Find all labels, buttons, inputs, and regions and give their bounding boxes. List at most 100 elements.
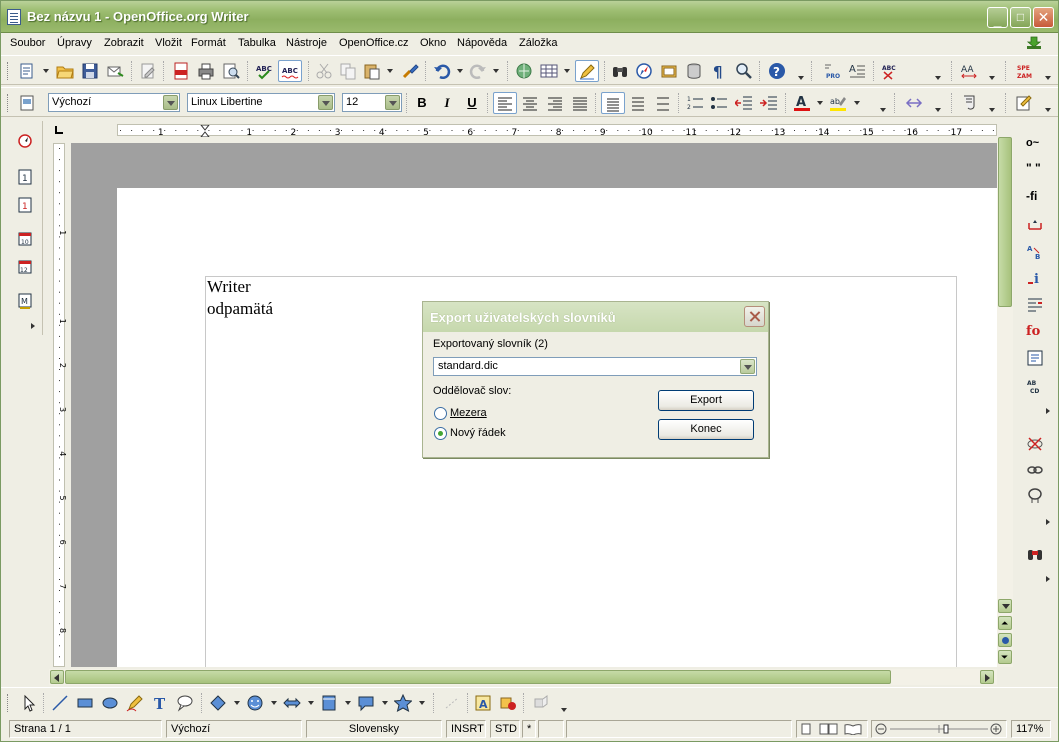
dialog-close-button[interactable] <box>744 306 765 327</box>
styles-formatting-icon[interactable] <box>18 94 36 112</box>
menu-soubor[interactable]: Soubor <box>10 37 45 49</box>
flowchart-icon[interactable] <box>320 694 338 712</box>
export-pdf-icon[interactable] <box>172 62 190 80</box>
status-selection-mode[interactable]: STD <box>490 720 520 738</box>
basic-shapes-dropdown-arrow[interactable] <box>234 701 240 705</box>
autospellcheck-button[interactable]: ABC <box>278 60 302 82</box>
decrease-indent-icon[interactable] <box>735 94 753 112</box>
new-document-icon[interactable] <box>18 62 36 80</box>
title-field-icon[interactable]: M <box>17 293 33 309</box>
line-spacing-1-button[interactable] <box>601 92 625 114</box>
toolbar-overflow-arrow[interactable] <box>935 108 941 112</box>
bold-button[interactable]: B <box>412 93 432 113</box>
download-icon[interactable] <box>1026 36 1042 50</box>
title-bar[interactable]: Bez názvu 1 - OpenOffice.org Writer _ □ … <box>1 1 1058 33</box>
undo-dropdown-arrow[interactable] <box>457 69 463 73</box>
italic-button[interactable]: I <box>437 93 457 113</box>
redo-dropdown-arrow[interactable] <box>493 69 499 73</box>
radio-space-label[interactable]: Mezera <box>450 407 487 419</box>
link-chain-icon[interactable] <box>1026 461 1044 479</box>
view-layout-icons[interactable] <box>800 723 864 735</box>
binoculars-icon[interactable] <box>1026 545 1044 563</box>
table-icon[interactable] <box>540 62 558 80</box>
toolbar-overflow-arrow[interactable] <box>989 108 995 112</box>
chevron-down-icon[interactable] <box>318 95 333 110</box>
scroll-down-button[interactable] <box>998 599 1012 613</box>
print-preview-icon[interactable] <box>222 62 240 80</box>
toolbar-overflow-arrow[interactable] <box>1045 108 1051 112</box>
show-draw-functions-button[interactable] <box>575 60 599 82</box>
table-dropdown-arrow[interactable] <box>564 69 570 73</box>
quotes-icon[interactable]: " " <box>1026 161 1041 175</box>
export-button[interactable]: Export <box>658 390 754 411</box>
highlighting-dropdown-arrow[interactable] <box>854 101 860 105</box>
zoom-slider-track[interactable] <box>874 722 1004 736</box>
toolbar-overflow-arrow[interactable] <box>935 76 941 80</box>
callouts-dropdown-arrow[interactable] <box>382 701 388 705</box>
toolbar-overflow-arrow[interactable] <box>880 108 886 112</box>
callouts-icon[interactable] <box>357 694 375 712</box>
status-insert-mode[interactable]: INSRT <box>446 720 486 738</box>
data-sources-icon[interactable] <box>685 62 703 80</box>
print-icon[interactable] <box>197 62 215 80</box>
rectangle-icon[interactable] <box>76 694 94 712</box>
highlighting-icon[interactable]: ab <box>829 94 847 112</box>
document-line-2[interactable]: odpamätá <box>207 299 273 319</box>
help-icon[interactable]: ? <box>768 62 786 80</box>
copy-icon[interactable] <box>339 62 357 80</box>
paste-dropdown-arrow[interactable] <box>387 69 393 73</box>
from-file-icon[interactable] <box>499 694 517 712</box>
new-dropdown-arrow[interactable] <box>43 69 49 73</box>
underline-button[interactable]: U <box>462 93 482 113</box>
chevron-down-icon[interactable] <box>163 95 178 110</box>
extrusion-icon[interactable] <box>532 694 550 712</box>
toolbar-overflow-arrow[interactable] <box>798 76 804 80</box>
date-field-icon[interactable]: 10 <box>17 231 33 247</box>
insert-field-icon[interactable] <box>1026 349 1044 367</box>
ab-swap-icon[interactable]: AB <box>1026 243 1044 261</box>
menu-format[interactable]: Formát <box>191 37 226 49</box>
clone-formatting-icon[interactable] <box>401 62 419 80</box>
close-dialog-button[interactable]: Konec <box>658 419 754 440</box>
toolbar-grip[interactable] <box>7 94 10 112</box>
case-change-icon[interactable]: AA <box>960 62 978 80</box>
ellipse-icon[interactable] <box>101 694 119 712</box>
save-icon[interactable] <box>81 62 99 80</box>
align-left-button[interactable] <box>493 92 517 114</box>
justify-icon[interactable] <box>572 96 588 112</box>
menu-vlozit[interactable]: Vložit <box>155 37 182 49</box>
hyphenation-icon[interactable] <box>1026 295 1044 313</box>
font-name-combo[interactable]: Linux Libertine <box>187 93 335 112</box>
edit-file-icon[interactable] <box>139 62 157 80</box>
menu-napoveda[interactable]: Nápověda <box>457 37 507 49</box>
block-arrows-icon[interactable] <box>283 694 301 712</box>
tab-stop-selector[interactable] <box>51 123 67 137</box>
chevron-right-icon[interactable] <box>1046 519 1050 525</box>
ligature-fi-icon[interactable]: -fi <box>1026 189 1037 203</box>
spellcheck-icon[interactable]: ABC <box>255 62 273 80</box>
chevron-down-icon[interactable] <box>740 359 755 374</box>
symbol-shapes-dropdown-arrow[interactable] <box>271 701 277 705</box>
email-icon[interactable] <box>106 62 124 80</box>
chevron-right-icon[interactable] <box>1046 576 1050 582</box>
align-center-icon[interactable] <box>522 96 538 112</box>
status-language[interactable]: Slovensky <box>306 720 442 738</box>
toolbar-overflow-arrow[interactable] <box>989 76 995 80</box>
menu-zobrazit[interactable]: Zobrazit <box>104 37 144 49</box>
find-replace-icon[interactable] <box>611 62 629 80</box>
page-number-icon[interactable]: 1 <box>17 169 33 185</box>
chevron-right-icon[interactable] <box>31 323 35 329</box>
page-count-icon[interactable]: 1 <box>17 197 33 213</box>
status-modified[interactable]: * <box>522 720 536 738</box>
degree-symbol-icon[interactable]: o~ <box>1026 137 1039 149</box>
font-size-combo[interactable]: 12 <box>342 93 402 112</box>
status-zoom[interactable]: 117% <box>1011 720 1051 738</box>
previous-page-button[interactable]: ⏶ <box>998 616 1012 630</box>
scrollbar-thumb[interactable] <box>65 670 891 684</box>
edit-note-icon[interactable] <box>1015 94 1033 112</box>
pro-icon[interactable]: PRO <box>823 62 841 80</box>
fontwork-icon[interactable]: A <box>474 694 492 712</box>
font-color-icon[interactable]: A <box>793 94 811 112</box>
status-page[interactable]: Strana 1 / 1 <box>9 720 162 738</box>
stars-dropdown-arrow[interactable] <box>419 701 425 705</box>
